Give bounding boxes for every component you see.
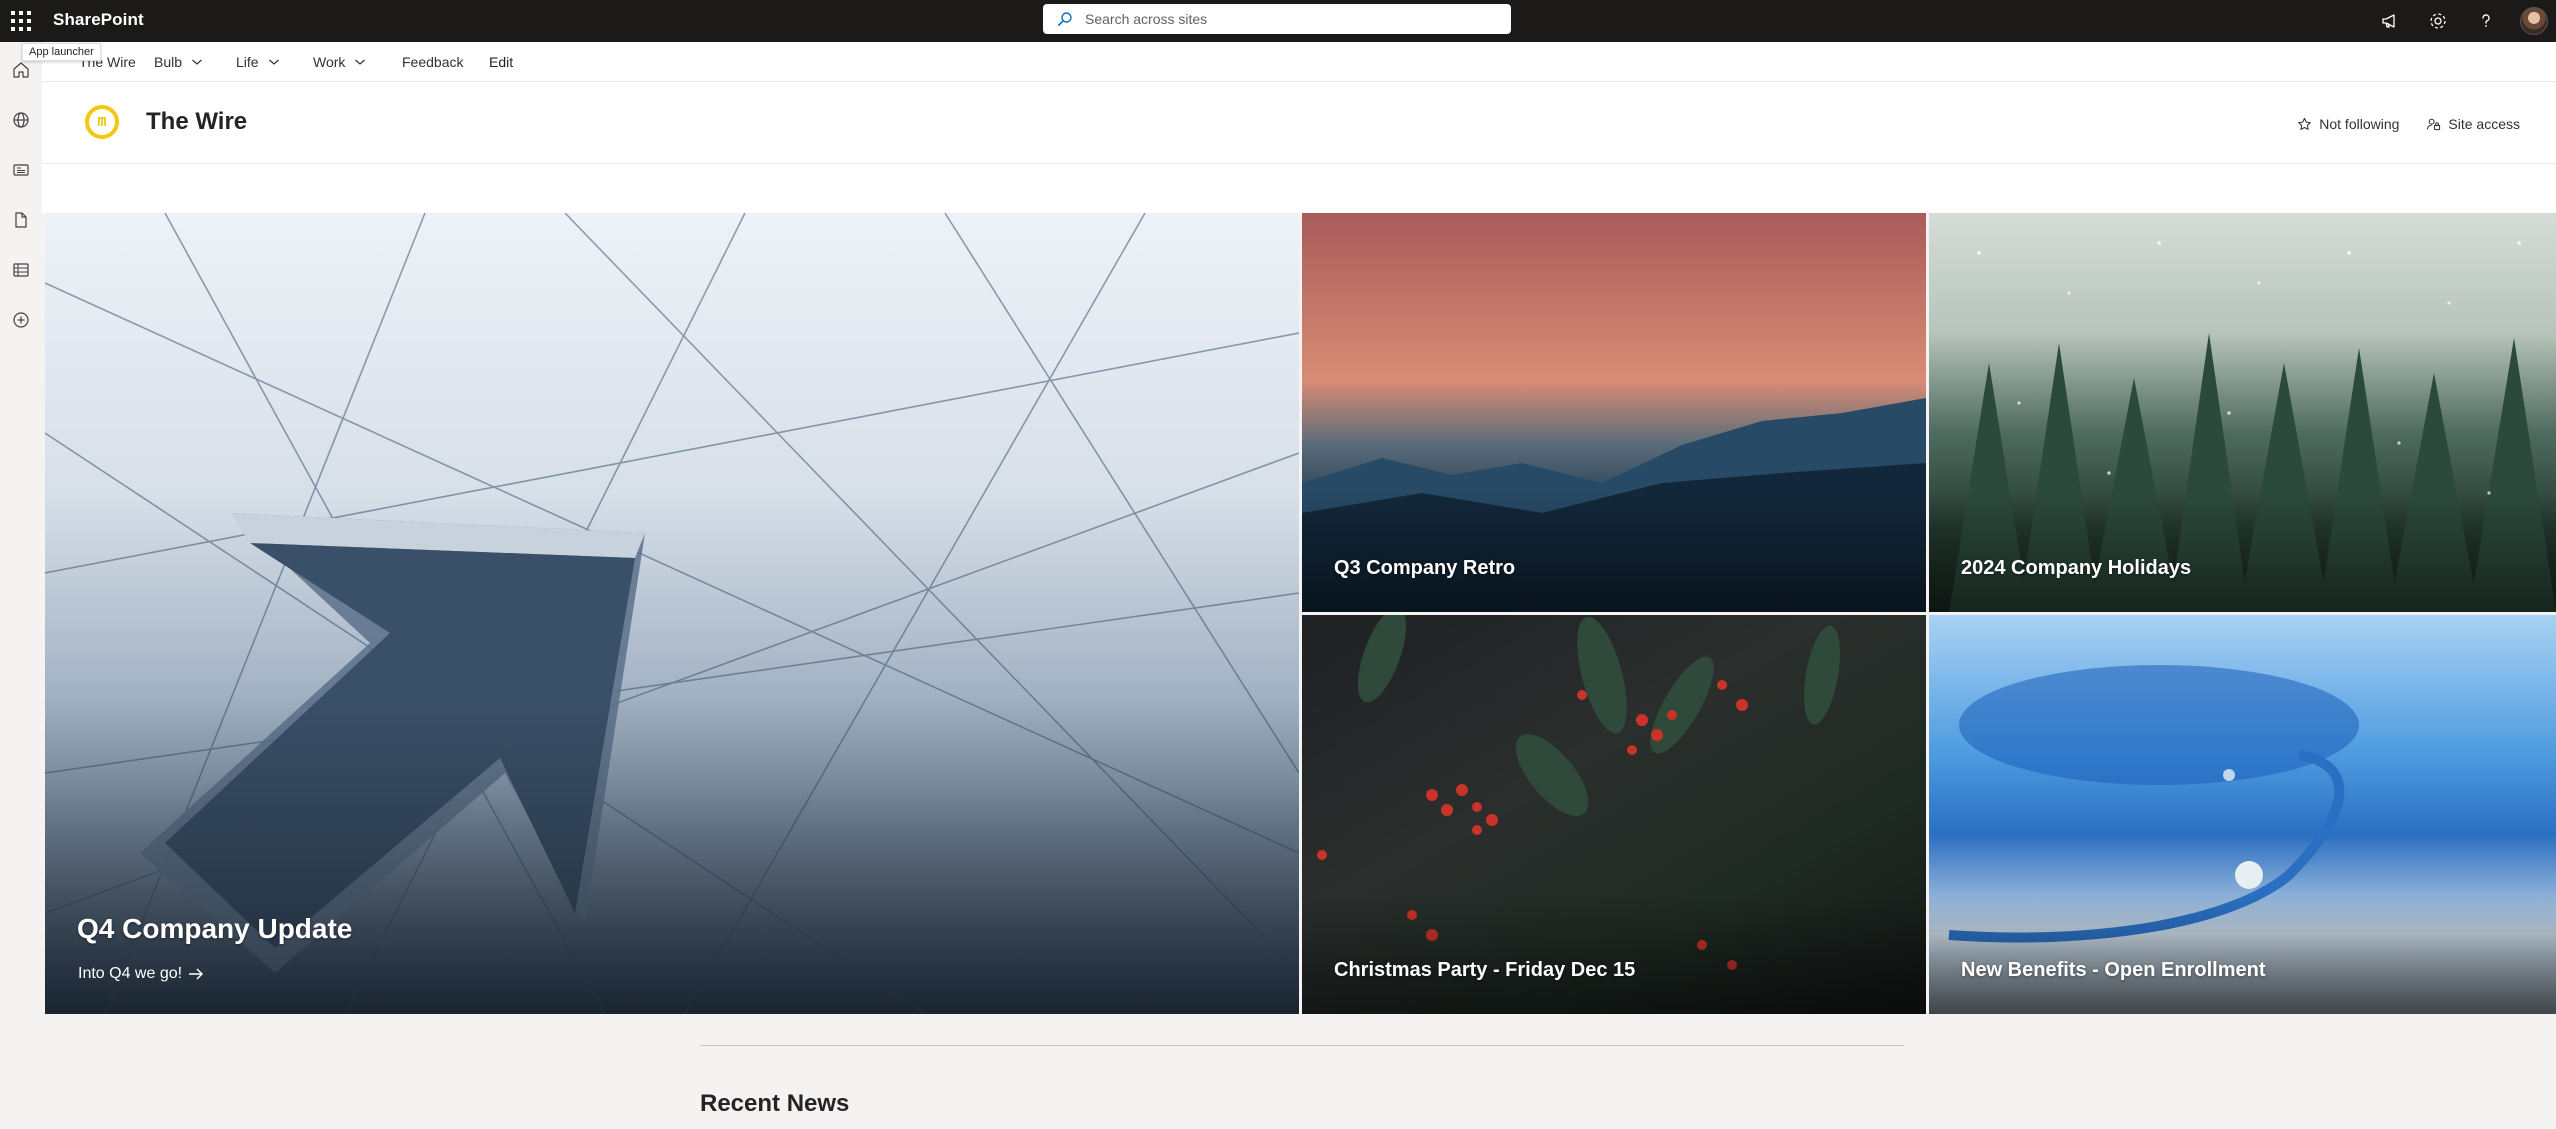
hero-tile-title: Q3 Company Retro [1334, 557, 1516, 579]
people-lock-icon [2427, 118, 2441, 130]
tile-shade [1929, 894, 2556, 1014]
file-icon[interactable] [9, 208, 33, 232]
search-icon [1057, 12, 1072, 26]
hub-item-bulb[interactable]: Bulb [154, 54, 203, 70]
hero-tile-q3-retro[interactable]: Q3 Company Retro [1302, 213, 1926, 612]
help-icon[interactable] [2462, 0, 2510, 42]
app-bar [0, 42, 42, 1129]
site-logo[interactable] [85, 105, 119, 139]
site-access-button[interactable]: Site access [2426, 116, 2520, 132]
hero-main-subtitle: Into Q4 we go! [78, 965, 183, 982]
hub-edit-link[interactable]: Edit [489, 54, 513, 70]
news-icon[interactable] [9, 158, 33, 182]
hub-navigation: The Wire Bulb Life Work Feedback Edit [42, 42, 2556, 82]
tile-shade [1929, 492, 2556, 612]
site-access-label: Site access [2448, 116, 2520, 132]
hub-item-life[interactable]: Life [236, 54, 280, 70]
tile-shade [1302, 894, 1926, 1014]
follow-label: Not following [2319, 116, 2400, 132]
follow-button[interactable]: Not following [2297, 116, 2399, 132]
chevron-down-icon [355, 59, 366, 65]
chevron-down-icon [192, 59, 202, 65]
hero-tile-christmas[interactable]: Christmas Party - Friday Dec 15 [1302, 615, 1926, 1014]
arrow-right-icon [189, 968, 204, 980]
site-title[interactable]: The Wire [146, 108, 247, 136]
content-spacer [42, 164, 2556, 213]
hero-tile-title: New Benefits - Open Enrollment [1961, 959, 2266, 981]
hub-item-work[interactable]: Work [313, 54, 366, 70]
app-brand[interactable]: SharePoint [53, 10, 144, 30]
hero-tile-main[interactable]: Q4 Company Update Into Q4 we go! [45, 213, 1299, 1014]
site-header: The Wire Not following Site access [42, 82, 2556, 164]
star-icon [2298, 117, 2312, 130]
add-icon[interactable] [9, 308, 33, 332]
globe-icon[interactable] [9, 108, 33, 132]
avatar[interactable] [2520, 7, 2548, 35]
logo-icon [98, 117, 106, 126]
tile-shade [1302, 492, 1926, 612]
hub-item-label: Feedback [402, 53, 464, 70]
hero-overlay [45, 213, 1299, 1014]
hero-tile-title: 2024 Company Holidays [1961, 557, 2192, 579]
home-icon[interactable] [9, 58, 33, 82]
hero-main-link[interactable]: Into Q4 we go! [78, 965, 204, 983]
hub-item-feedback[interactable]: Feedback [402, 54, 463, 70]
hub-item-label: Bulb [154, 53, 183, 70]
list-icon[interactable] [9, 258, 33, 282]
app-launcher-tooltip: App launcher [22, 43, 101, 61]
hero-tile-holidays[interactable]: 2024 Company Holidays [1929, 213, 2556, 612]
search-input[interactable]: Search across sites [1043, 4, 1511, 34]
chevron-down-icon [268, 59, 279, 65]
hero-main-title[interactable]: Q4 Company Update [77, 913, 352, 945]
app-launcher-icon[interactable] [9, 9, 33, 33]
suite-actions [2366, 0, 2556, 42]
hub-item-label: Edit [489, 53, 514, 70]
hero-tile-benefits[interactable]: New Benefits - Open Enrollment [1929, 615, 2556, 1014]
site-actions: Not following Site access [2270, 116, 2520, 132]
section-divider [700, 1045, 1904, 1046]
hero-tile-title: Christmas Party - Friday Dec 15 [1334, 959, 1636, 981]
search-placeholder: Search across sites [1085, 11, 1208, 27]
hero-webpart: Q4 Company Update Into Q4 we go! Q3 Comp… [45, 213, 2556, 1014]
gear-icon[interactable] [2414, 0, 2462, 42]
recent-news-title: Recent News [700, 1090, 850, 1117]
megaphone-icon[interactable] [2366, 0, 2414, 42]
hub-item-label: Work [313, 53, 346, 70]
hub-item-label: Life [236, 53, 259, 70]
suite-bar: SharePoint Search across sites [0, 0, 2556, 42]
